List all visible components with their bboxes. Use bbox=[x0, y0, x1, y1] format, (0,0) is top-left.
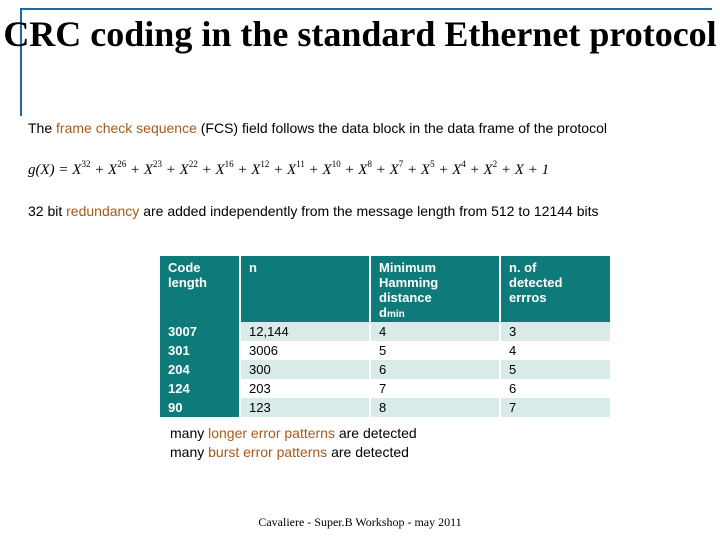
table-row: 90 123 8 7 bbox=[160, 398, 610, 417]
poly-exp-4: 16 bbox=[225, 159, 234, 169]
poly-lhs: g(X) = X bbox=[28, 162, 81, 178]
th-errors: n. of detected errros bbox=[500, 256, 610, 322]
slide-title: CRC coding in the standard Ethernet prot… bbox=[0, 14, 720, 55]
slide-content: The frame check sequence (FCS) field fol… bbox=[28, 120, 696, 222]
th-code-length: Code length bbox=[160, 256, 240, 322]
th-err-l2: detected bbox=[509, 275, 562, 290]
cell-code-length: 301 bbox=[160, 341, 240, 360]
cell-n: 300 bbox=[240, 360, 370, 379]
cell-code-length: 90 bbox=[160, 398, 240, 417]
cell-dmin: 7 bbox=[370, 379, 500, 398]
red-rest: are added independently from the message… bbox=[139, 203, 598, 219]
table-row: 204 300 6 5 bbox=[160, 360, 610, 379]
note1-a: many bbox=[170, 425, 208, 441]
th-dmin-l3: distance bbox=[379, 290, 432, 305]
note2-b: burst error patterns bbox=[208, 444, 327, 460]
table-row: 3007 12,144 4 3 bbox=[160, 322, 610, 341]
cell-n: 12,144 bbox=[240, 322, 370, 341]
red-prefix: 32 bit bbox=[28, 203, 66, 219]
red-word: redundancy bbox=[66, 203, 139, 219]
bottom-notes: many longer error patterns are detected … bbox=[170, 424, 417, 462]
cell-n: 123 bbox=[240, 398, 370, 417]
poly-exp-6: 11 bbox=[296, 159, 305, 169]
redundancy-text: 32 bit redundancy are added independentl… bbox=[28, 203, 696, 221]
poly-exp-11: 4 bbox=[461, 159, 466, 169]
intro-prefix: The bbox=[28, 120, 56, 136]
poly-exp-2: 23 bbox=[153, 159, 162, 169]
cell-errors: 6 bbox=[500, 379, 610, 398]
cell-errors: 3 bbox=[500, 322, 610, 341]
th-err-l3: errros bbox=[509, 290, 547, 305]
cell-dmin: 5 bbox=[370, 341, 500, 360]
poly-tail: + X + 1 bbox=[497, 162, 549, 178]
note2-c: are detected bbox=[327, 444, 409, 460]
th-n-text: n bbox=[249, 260, 257, 275]
hamming-table: Code length n Minimum Hamming distance d… bbox=[160, 256, 610, 417]
table-header-row: Code length n Minimum Hamming distance d… bbox=[160, 256, 610, 322]
poly-exp-7: 10 bbox=[332, 159, 341, 169]
th-dmin-l2: Hamming bbox=[379, 275, 438, 290]
poly-exp-8: 8 bbox=[367, 159, 372, 169]
cell-errors: 7 bbox=[500, 398, 610, 417]
intro-rest: (FCS) field follows the data block in th… bbox=[197, 120, 607, 136]
poly-exp-0: 32 bbox=[81, 159, 90, 169]
th-dmin: Minimum Hamming distance dmin bbox=[370, 256, 500, 322]
poly-exp-5: 12 bbox=[260, 159, 269, 169]
table-row: 301 3006 5 4 bbox=[160, 341, 610, 360]
note2-a: many bbox=[170, 444, 208, 460]
cell-errors: 5 bbox=[500, 360, 610, 379]
th-err-l1: n. of bbox=[509, 260, 536, 275]
cell-n: 203 bbox=[240, 379, 370, 398]
note-line-2: many burst error patterns are detected bbox=[170, 443, 417, 462]
th-dmin-sub: min bbox=[387, 309, 405, 320]
cell-code-length: 124 bbox=[160, 379, 240, 398]
th-n: n bbox=[240, 256, 370, 322]
poly-exp-1: 26 bbox=[117, 159, 126, 169]
cell-code-length: 204 bbox=[160, 360, 240, 379]
slide-footer: Cavaliere - Super.B Workshop - may 2011 bbox=[0, 515, 720, 530]
th-code-length-text: Code length bbox=[168, 260, 207, 290]
th-dmin-l1: Minimum bbox=[379, 260, 436, 275]
cell-n: 3006 bbox=[240, 341, 370, 360]
cell-dmin: 4 bbox=[370, 322, 500, 341]
cell-dmin: 8 bbox=[370, 398, 500, 417]
cell-code-length: 3007 bbox=[160, 322, 240, 341]
th-dmin-l4: d bbox=[379, 305, 387, 320]
cell-dmin: 6 bbox=[370, 360, 500, 379]
poly-exp-9: 7 bbox=[399, 159, 404, 169]
poly-exp-3: 22 bbox=[189, 159, 198, 169]
poly-exp-12: 2 bbox=[493, 159, 498, 169]
note1-b: longer error patterns bbox=[208, 425, 335, 441]
table-row: 124 203 7 6 bbox=[160, 379, 610, 398]
poly-exp-10: 5 bbox=[430, 159, 435, 169]
intro-fcs: frame check sequence bbox=[56, 120, 197, 136]
intro-text: The frame check sequence (FCS) field fol… bbox=[28, 120, 696, 138]
note1-c: are detected bbox=[335, 425, 417, 441]
note-line-1: many longer error patterns are detected bbox=[170, 424, 417, 443]
polynomial: g(X) = X32 + X26 + X23 + X22 + X16 + X12… bbox=[28, 160, 696, 179]
cell-errors: 4 bbox=[500, 341, 610, 360]
